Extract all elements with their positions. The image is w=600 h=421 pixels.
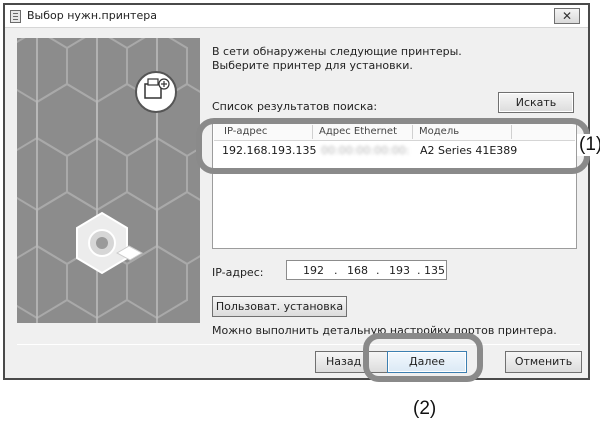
callout-ring-printer-row <box>196 118 590 174</box>
cancel-button[interactable]: Отменить <box>505 351 582 373</box>
callout-label-1: (1) <box>577 134 600 156</box>
hexagon-pattern-illustration <box>17 38 200 323</box>
custom-setup-button[interactable]: Пользоват. установка <box>212 296 347 317</box>
instruction-line-1: В сети обнаружены следующие принтеры. <box>212 45 462 58</box>
ip-dot-2: . <box>376 264 380 277</box>
search-button[interactable]: Искать <box>498 92 574 113</box>
callout-ring-next-button <box>363 333 483 382</box>
printer-illustration <box>76 211 144 275</box>
instruction-text: В сети обнаружены следующие принтеры. Вы… <box>212 45 462 73</box>
close-button[interactable]: ✕ <box>554 8 580 24</box>
ip-octet-3[interactable]: 193 <box>389 264 410 277</box>
printer-app-icon <box>10 10 21 23</box>
ip-address-field[interactable]: 192 . 168 . 193 . 135 <box>286 260 447 280</box>
ip-octet-2[interactable]: 168 <box>347 264 368 277</box>
callout-label-2: (2) <box>413 398 437 419</box>
side-banner-image <box>17 38 200 323</box>
footer-divider <box>17 344 580 345</box>
ip-octet-1[interactable]: 192 <box>303 264 324 277</box>
instruction-line-2: Выберите принтер для установки. <box>212 59 413 72</box>
ip-octet-4[interactable]: 135 <box>424 264 445 277</box>
title-bar: Выбор нужн.принтера ✕ <box>5 5 588 28</box>
printer-selection-dialog: Выбор нужн.принтера ✕ В сети обнаружены … <box>3 3 590 380</box>
search-results-label: Список результатов поиска: <box>212 100 378 113</box>
ip-dot-3: . <box>417 264 421 277</box>
window-title: Выбор нужн.принтера <box>27 9 157 22</box>
ip-address-label: IP-адрес: <box>212 266 264 279</box>
ip-dot-1: . <box>334 264 338 277</box>
printer-network-icon <box>135 71 177 113</box>
